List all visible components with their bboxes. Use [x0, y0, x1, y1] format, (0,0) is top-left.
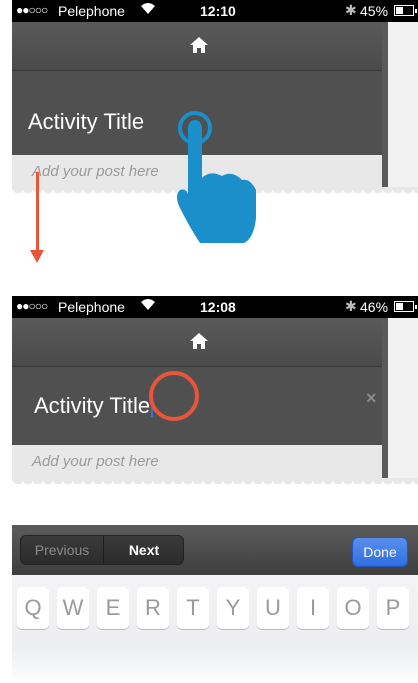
key-u[interactable]: U — [257, 587, 289, 629]
down-arrow-head — [30, 250, 44, 263]
torn-edge — [12, 478, 418, 490]
title-text: Activity Title — [34, 393, 151, 418]
down-arrow-icon — [36, 172, 39, 252]
key-q[interactable]: Q — [17, 587, 49, 629]
battery-percent: 45% — [360, 3, 389, 19]
previous-button[interactable]: Previous — [21, 536, 104, 564]
post-placeholder: Add your post here — [32, 163, 159, 180]
status-bar-top: ●●○○○ Pelephone 12:10 ✱ 45% — [12, 0, 418, 22]
status-time: 12:10 — [200, 3, 236, 19]
battery-icon — [394, 5, 417, 16]
carrier-label: Pelephone — [58, 299, 125, 315]
bluetooth-icon: ✱ — [345, 2, 357, 18]
key-p[interactable]: P — [377, 587, 409, 629]
key-r[interactable]: R — [137, 587, 169, 629]
key-i[interactable]: I — [297, 587, 329, 629]
battery-icon — [394, 301, 417, 312]
highlight-circle — [149, 371, 199, 421]
key-o[interactable]: O — [337, 587, 369, 629]
post-placeholder: Add your post here — [32, 453, 159, 470]
battery-percent: 46% — [360, 299, 389, 315]
side-panel-top — [382, 22, 418, 187]
carrier-label: Pelephone — [58, 3, 125, 19]
key-w[interactable]: W — [57, 587, 89, 629]
key-t[interactable]: T — [177, 587, 209, 629]
keyboard-accessory-bar: Previous Next Done — [12, 525, 418, 575]
keyboard: QWERTYUIOP — [12, 575, 418, 683]
status-bar-bottom: ●●○○○ Pelephone 12:08 ✱ 46% — [12, 296, 418, 318]
home-icon[interactable] — [190, 37, 208, 53]
clear-icon[interactable]: × — [366, 388, 377, 409]
done-button[interactable]: Done — [352, 537, 408, 567]
signal-strength: ●●○○○ — [16, 299, 48, 313]
keyboard-fade — [12, 645, 418, 683]
home-icon[interactable] — [190, 333, 208, 349]
wifi-icon — [140, 1, 156, 19]
activity-title-input[interactable]: Activity Title — [34, 393, 154, 419]
title-field-bottom[interactable]: Activity Title × — [12, 367, 382, 445]
nav-bar-top — [12, 22, 382, 71]
bluetooth-icon: ✱ — [345, 298, 357, 314]
prev-next-segment: Previous Next — [20, 535, 184, 565]
tap-hand-icon — [177, 111, 256, 243]
key-e[interactable]: E — [97, 587, 129, 629]
activity-title: Activity Title — [28, 109, 145, 134]
status-time: 12:08 — [200, 299, 236, 315]
post-field-bottom[interactable]: Add your post here — [12, 445, 382, 478]
signal-strength: ●●○○○ — [16, 3, 48, 17]
key-y[interactable]: Y — [217, 587, 249, 629]
nav-bar-bottom — [12, 318, 382, 367]
next-button[interactable]: Next — [104, 536, 183, 564]
wifi-icon — [140, 297, 156, 315]
side-panel-bottom — [382, 318, 418, 478]
